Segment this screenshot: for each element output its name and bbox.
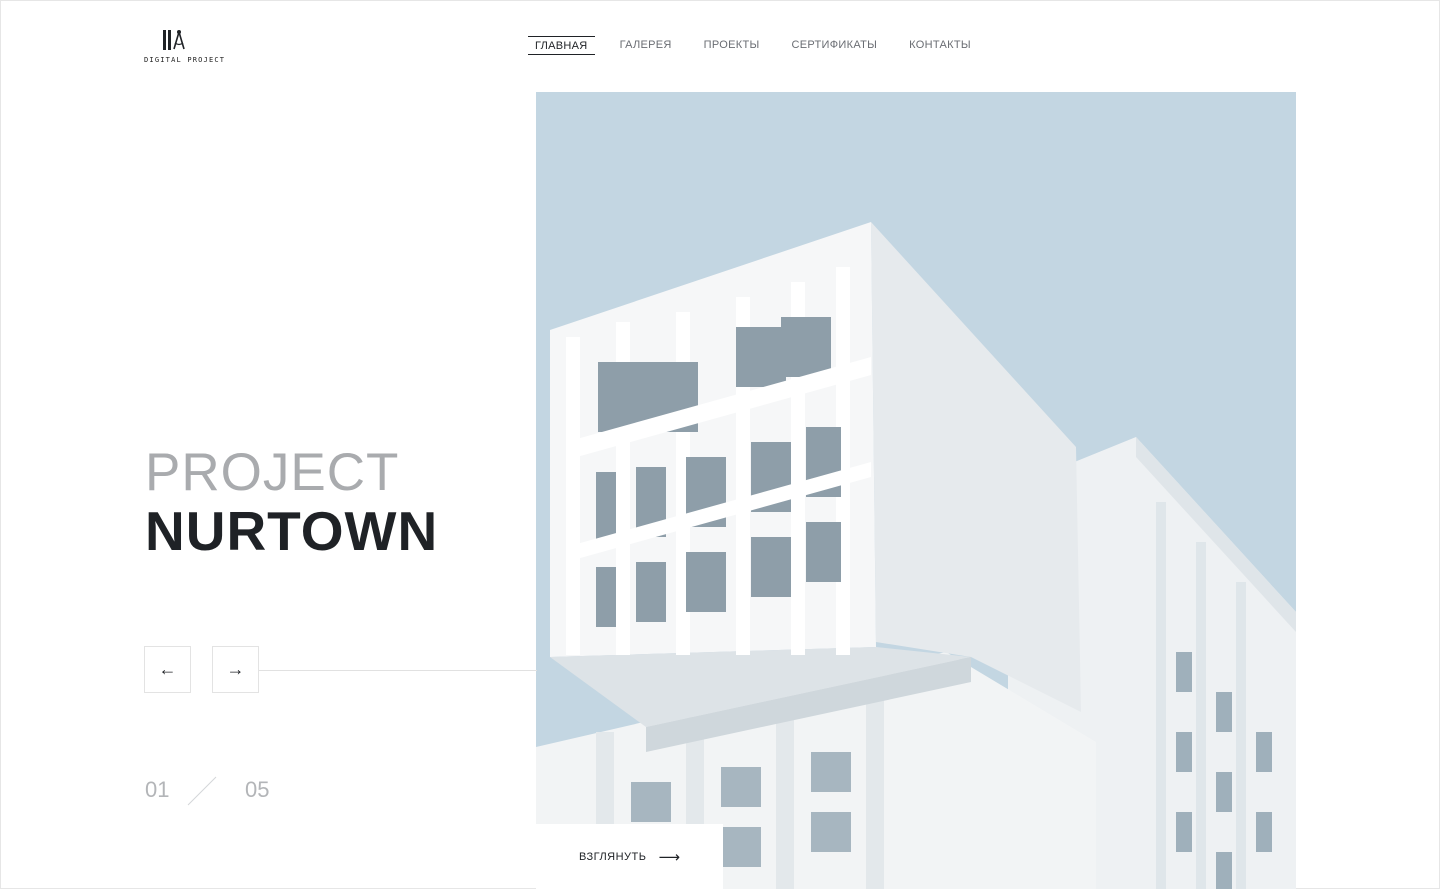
slide-counter-total: 05 <box>245 777 270 802</box>
view-project-button[interactable]: ВЗГЛЯНУТЬ ⟶ <box>536 824 723 889</box>
nav-item-projects[interactable]: ПРОЕКТЫ <box>697 36 767 55</box>
hero-title-light: PROJECT <box>145 443 400 502</box>
view-project-label: ВЗГЛЯНУТЬ <box>578 850 647 863</box>
hero-title-bold: NURTOWN <box>145 500 439 562</box>
building-illustration <box>536 92 1296 889</box>
nav-item-certificates[interactable]: СЕРТИФИКАТЫ <box>785 36 885 55</box>
arrow-right-icon: → <box>226 659 245 679</box>
nav-item-gallery[interactable]: ГАЛЕРЕЯ <box>613 36 679 55</box>
nav-item-contacts[interactable]: КОНТАКТЫ <box>902 36 978 55</box>
slider-divider-line <box>259 670 537 671</box>
arrow-left-icon: ← <box>158 659 177 679</box>
slide-counter-current: 01 <box>145 777 170 802</box>
next-slide-button[interactable]: → <box>212 646 259 693</box>
arrow-right-icon: ⟶ <box>658 848 680 866</box>
logo-text: DIGITAL PROJECT <box>144 56 226 64</box>
prev-slide-button[interactable]: ← <box>144 646 191 693</box>
compass-logo-icon <box>163 30 185 50</box>
counter-separator-icon <box>187 776 217 806</box>
hero-image <box>536 92 1296 889</box>
logo[interactable]: DIGITAL PROJECT <box>144 28 224 68</box>
nav-item-home[interactable]: ГЛАВНАЯ <box>528 36 595 55</box>
main-nav: ГЛАВНАЯ ГАЛЕРЕЯ ПРОЕКТЫ СЕРТИФИКАТЫ КОНТ… <box>528 36 996 55</box>
